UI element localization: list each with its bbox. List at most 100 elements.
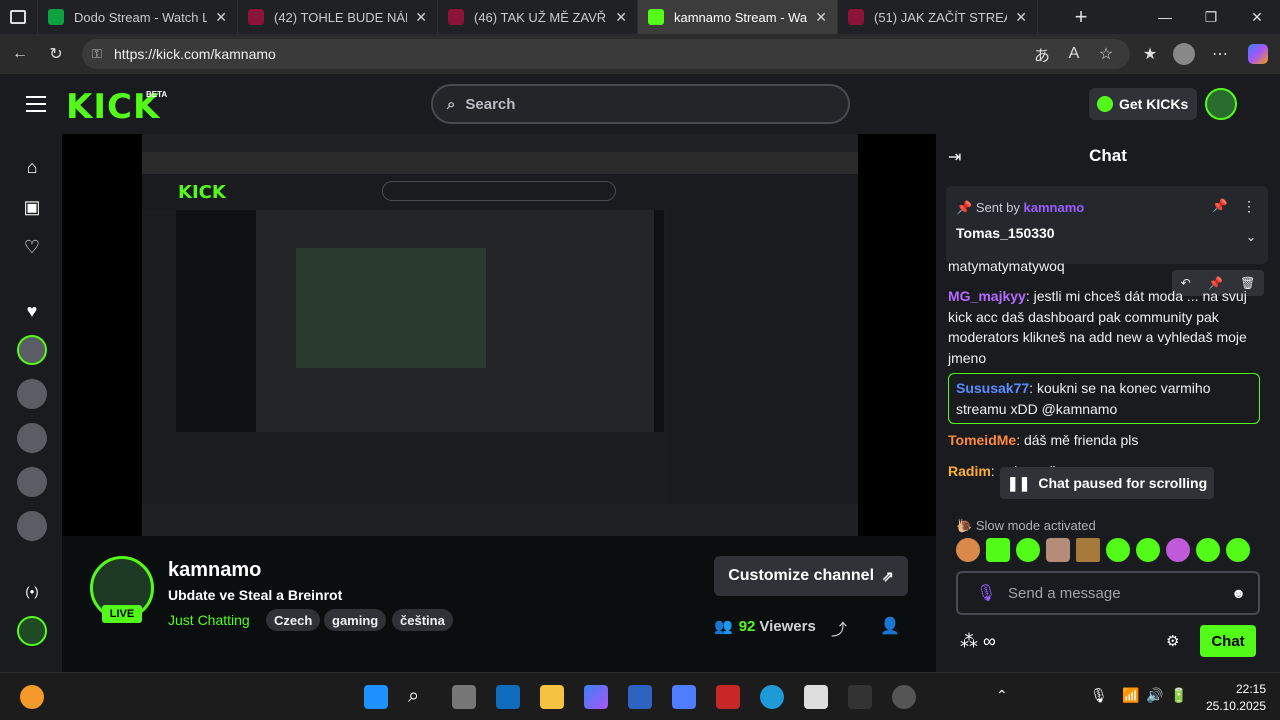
site-info-icon[interactable]: ⚿ [92, 46, 102, 62]
refresh-icon[interactable]: ↻ [44, 42, 68, 66]
chat-paused-indicator[interactable]: ❚❚ Chat paused for scrolling [1000, 467, 1214, 499]
followed-channel-avatar[interactable] [17, 511, 47, 541]
maximize-icon[interactable]: ❐ [1188, 0, 1234, 34]
microphone-tray-icon[interactable]: 🎙 [1090, 687, 1108, 704]
file-explorer-icon[interactable] [540, 685, 564, 709]
widgets-icon[interactable] [20, 685, 44, 709]
browser-tab-3[interactable]: kamnamo Stream - Watch ✕ [638, 0, 838, 34]
emote[interactable] [956, 538, 980, 562]
user-avatar[interactable] [1205, 88, 1237, 120]
start-menu-icon[interactable] [364, 685, 388, 709]
close-window-icon[interactable]: ✕ [1234, 0, 1280, 34]
translate-icon[interactable]: あ [1030, 42, 1054, 66]
tab-close-icon[interactable]: ✕ [215, 9, 227, 26]
read-aloud-icon[interactable]: A [1062, 42, 1086, 66]
emoji-icon[interactable]: ☻ [1231, 585, 1246, 601]
follow-user-icon[interactable]: 👤 [880, 616, 900, 636]
system-clock[interactable]: 22:15 25.10.2025 [1196, 681, 1266, 715]
tab-close-icon[interactable]: ✕ [615, 9, 627, 26]
followed-channel-avatar[interactable] [17, 379, 47, 409]
infinity-icon[interactable]: ⁂ ∞ [960, 631, 996, 652]
tab-title: (42) TOHLE BUDE NÁROČN [274, 9, 407, 25]
edge-browser-icon[interactable] [760, 685, 784, 709]
search-placeholder: Search [465, 95, 516, 113]
chat-message-input[interactable]: 🎙 Send a message ☻ [956, 571, 1260, 615]
favorite-star-icon[interactable]: ☆ [1094, 42, 1118, 66]
unpin-icon[interactable]: 📌 [1212, 198, 1228, 214]
emote[interactable] [1136, 538, 1160, 562]
followed-channel-avatar[interactable] [17, 335, 47, 365]
customize-channel-button[interactable]: Customize channel ⇗ [714, 556, 908, 596]
search-icon: ⌕ [447, 95, 456, 113]
slow-mode-notice: 🐌 Slow mode activated [956, 518, 1096, 533]
antivirus-icon[interactable] [716, 685, 740, 709]
app-l-icon[interactable] [628, 685, 652, 709]
tag-czech[interactable]: Czech [266, 609, 321, 631]
recommended-channel-avatar[interactable] [17, 616, 47, 646]
search-taskbar-icon[interactable]: ⌕ [408, 685, 432, 709]
tag-cestina[interactable]: čeština [392, 609, 453, 631]
emote[interactable] [1196, 538, 1220, 562]
emote[interactable] [1076, 538, 1100, 562]
emote[interactable] [1106, 538, 1130, 562]
url-field[interactable]: ⚿ https://kick.com/kamnamo [82, 39, 1130, 69]
emote[interactable] [986, 538, 1010, 562]
wifi-icon[interactable]: 📶 [1122, 687, 1139, 704]
obs-icon[interactable] [892, 685, 916, 709]
youtube-favicon-icon [248, 9, 264, 25]
emote[interactable] [1016, 538, 1040, 562]
left-sidebar: ⌂ ▣ ♡ ♥ (•) [0, 134, 62, 672]
home-icon[interactable]: ⌂ [19, 154, 45, 180]
search-input[interactable]: ⌕ Search [431, 84, 850, 124]
tab-title: kamnamo Stream - Watch [674, 9, 808, 25]
following-icon[interactable]: ♡ [19, 234, 45, 260]
browser-tab-4[interactable]: (51) JAK ZAČÍT STREAMOV ✕ [838, 0, 1038, 34]
volume-icon[interactable]: 🔊 [1146, 687, 1163, 704]
new-tab-icon[interactable]: + [1058, 0, 1104, 34]
video-player[interactable]: KICK [62, 134, 936, 536]
share-icon[interactable]: ⤴ [831, 616, 847, 640]
emote[interactable] [1046, 538, 1070, 562]
store-icon[interactable] [496, 685, 520, 709]
expand-pinned-icon[interactable]: ⌄ [1246, 230, 1256, 244]
pinned-message[interactable]: 📌 Sent by kamnamo Tomas_150330 📌 ⋮ ⌄ [946, 186, 1268, 264]
emote[interactable] [1226, 538, 1250, 562]
tab-close-icon[interactable]: ✕ [1015, 9, 1027, 26]
chat-settings-icon[interactable]: ⚙ [1166, 632, 1179, 650]
app-a-icon[interactable] [672, 685, 696, 709]
favorites-icon[interactable]: ★ [1138, 42, 1162, 66]
emote[interactable] [1166, 538, 1190, 562]
pinned-more-icon[interactable]: ⋮ [1242, 198, 1256, 215]
tray-chevron-icon[interactable]: ⌃ [996, 687, 1008, 704]
kick-header: KICK BETA ⌕ Search Get KICKs [0, 74, 1280, 134]
tab-close-icon[interactable]: ✕ [415, 9, 427, 26]
tab-title: Dodo Stream - Watch Live [74, 9, 208, 25]
battery-icon[interactable]: 🔋 [1170, 687, 1187, 704]
copilot-taskbar-icon[interactable] [584, 685, 608, 709]
browser-tab-1[interactable]: (42) TOHLE BUDE NÁROČN ✕ [238, 0, 438, 34]
copilot-icon[interactable] [1246, 42, 1270, 66]
stream-category[interactable]: Just Chatting [168, 612, 250, 628]
browse-icon[interactable]: ▣ [19, 194, 45, 220]
channel-name[interactable]: kamnamo [168, 559, 261, 582]
more-icon[interactable]: ⋯ [1208, 42, 1232, 66]
browser-tab-2[interactable]: (46) TAK UŽ MĚ ZAVŘELI ✕ [438, 0, 638, 34]
app-box-icon[interactable] [804, 685, 828, 709]
followed-channel-avatar[interactable] [17, 423, 47, 453]
tag-gaming[interactable]: gaming [324, 609, 387, 631]
app-icon[interactable] [848, 685, 872, 709]
followed-channel-avatar[interactable] [17, 467, 47, 497]
task-view-icon[interactable] [452, 685, 476, 709]
url-text: https://kick.com/kamnamo [114, 46, 276, 62]
minimize-icon[interactable]: — [1142, 0, 1188, 34]
tab-actions-icon[interactable] [0, 0, 38, 34]
collapse-chat-icon[interactable]: ⇥ [948, 147, 961, 167]
browser-tab-0[interactable]: Dodo Stream - Watch Live ✕ [38, 0, 238, 34]
pause-icon: ❚❚ [1006, 474, 1031, 491]
back-icon[interactable]: ← [8, 42, 32, 66]
profile-icon[interactable] [1172, 42, 1196, 66]
send-chat-button[interactable]: Chat [1200, 625, 1256, 657]
get-kicks-button[interactable]: Get KICKs [1089, 88, 1197, 120]
tab-close-icon[interactable]: ✕ [815, 9, 827, 26]
menu-hamburger-icon[interactable] [26, 96, 46, 112]
